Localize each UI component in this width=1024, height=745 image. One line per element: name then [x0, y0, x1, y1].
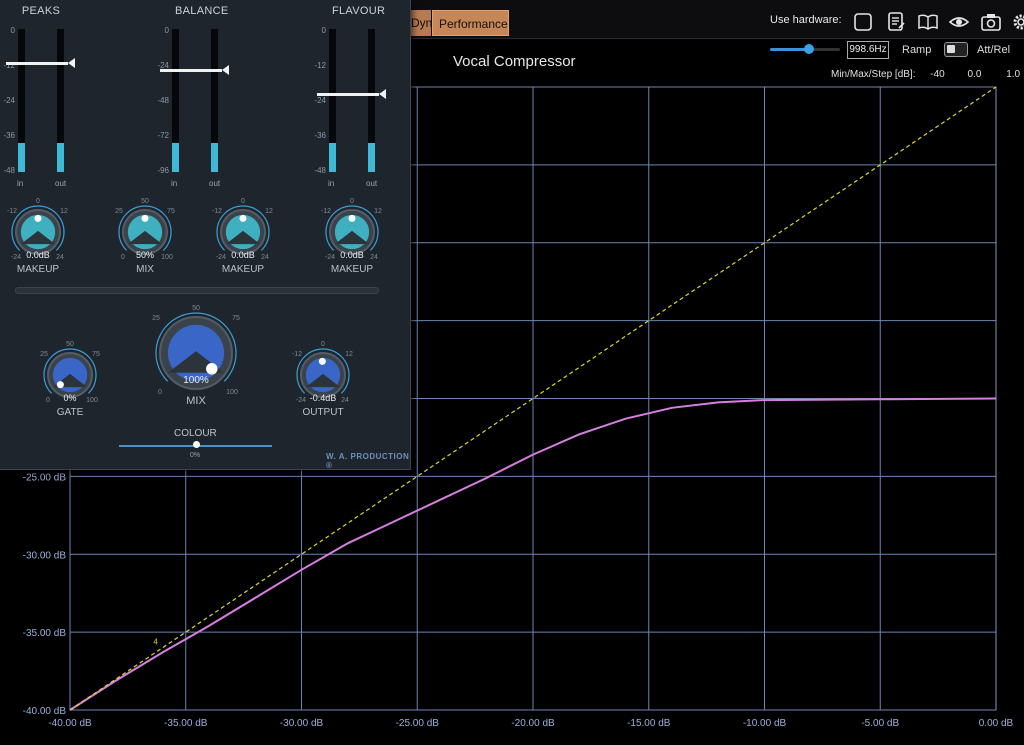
book-icon[interactable] [917, 11, 939, 33]
x-tick-label: -35.00 dB [164, 718, 208, 729]
x-tick-label: -20.00 dB [511, 718, 555, 729]
fader-handle[interactable] [6, 61, 68, 65]
gate-label: GATE [56, 407, 84, 418]
tab-performance[interactable]: Performance [432, 10, 509, 36]
output-meter [57, 29, 64, 172]
input-meter [18, 29, 25, 172]
knob-value: 50% [135, 250, 154, 260]
colour-value: 0% [190, 452, 201, 459]
output-meter [211, 29, 218, 172]
x-tick-label: -15.00 dB [627, 718, 671, 729]
meter-out-label: out [209, 179, 221, 188]
use-hardware-label: Use hardware: [770, 14, 842, 26]
input-meter-fill [172, 143, 179, 172]
output-meter-fill [211, 143, 218, 172]
step-value[interactable]: 1.0 [1006, 69, 1020, 80]
section-divider [15, 287, 379, 294]
att-rel-label: Att/Rel [977, 44, 1011, 56]
level-slider-handle[interactable] [803, 44, 814, 54]
section-title: FLAVOUR [332, 5, 386, 17]
eye-icon[interactable] [948, 11, 970, 33]
meter-scale-label: -48 [3, 166, 15, 175]
x-tick-label: -30.00 dB [280, 718, 324, 729]
fader-pointer[interactable] [222, 65, 229, 76]
section-title: PEAKS [21, 5, 61, 17]
meter-out-label: out [366, 179, 378, 188]
meter-in-label: in [328, 179, 335, 188]
knob-value: 0.0dB [231, 250, 255, 260]
meter-scale-label: -36 [314, 131, 326, 140]
chart-title: Vocal Compressor [453, 53, 576, 70]
min-value[interactable]: -40 [930, 69, 944, 80]
meter-in-label: in [17, 179, 24, 188]
fader-handle[interactable] [160, 69, 222, 73]
x-tick-label: -10.00 dB [743, 718, 787, 729]
camera-icon[interactable] [980, 11, 1002, 33]
meter-scale-label: -36 [3, 131, 15, 140]
output-value: -0.4dB [309, 393, 337, 403]
mix-value: 100% [183, 375, 209, 386]
knob-label: MIX [136, 264, 154, 275]
input-meter [172, 29, 179, 172]
output-meter-fill [57, 143, 64, 172]
section-title: BALANCE [175, 5, 229, 17]
level-slider[interactable] [770, 44, 840, 54]
gear-icon[interactable] [1010, 11, 1024, 33]
meter-scale-label: 0 [10, 26, 15, 35]
y-tick-label: -30.00 dB [23, 550, 67, 561]
mix-label: MIX [186, 395, 206, 407]
x-tick-label: -5.00 dB [861, 718, 899, 729]
max-value[interactable]: 0.0 [968, 69, 982, 80]
meter-scale-label: -24 [3, 96, 15, 105]
y-tick-label: -25.00 dB [23, 472, 67, 483]
compressor-plugin-window: PEAKS 0 -12 -24 -36 -48 in out BALANCE 0 -24 -48 -72… [0, 0, 411, 470]
meter-scale-label: -96 [157, 166, 169, 175]
gate-value: 0% [63, 393, 77, 403]
frequency-field[interactable]: 998.6Hz [847, 41, 889, 59]
meter-out-label: out [55, 179, 67, 188]
knob-value: 0.0dB [340, 250, 364, 260]
output-label: OUTPUT [302, 407, 344, 418]
meter-in-label: in [171, 179, 178, 188]
y-tick-label: -40.00 dB [23, 706, 67, 717]
x-tick-label: -40.00 dB [48, 718, 92, 729]
knob-label: MAKEUP [221, 264, 265, 275]
notes-icon[interactable] [885, 11, 907, 33]
brand-logo: W. A. PRODUCTION ® [326, 452, 410, 470]
min-max-step-readout: Min/Max/Step [dB]: -40 0.0 1.0 [831, 69, 1020, 80]
meter-scale-label: 0 [321, 26, 326, 35]
x-tick-label: -25.00 dB [396, 718, 440, 729]
x-tick-label: 0.00 dB [979, 718, 1014, 729]
meter-scale-label: -12 [314, 61, 326, 70]
input-meter [329, 29, 336, 172]
knob-value: 0.0dB [26, 250, 50, 260]
min-max-step-label: Min/Max/Step [dB]: [831, 69, 916, 80]
fader-pointer[interactable] [379, 89, 386, 100]
knob-label: MAKEUP [16, 264, 60, 275]
meter-scale-label: -48 [314, 166, 326, 175]
input-meter-fill [329, 143, 336, 172]
square-icon[interactable] [852, 11, 874, 33]
meter-scale-label: -72 [157, 131, 169, 140]
knob-label: MAKEUP [330, 264, 374, 275]
output-meter-fill [368, 143, 375, 172]
fader-handle[interactable] [317, 93, 379, 97]
colour-slider-handle[interactable] [193, 441, 200, 448]
input-meter-fill [18, 143, 25, 172]
curve-marker-label: 4 [153, 637, 158, 646]
level-slider-fill [770, 48, 809, 51]
meter-scale-label: -48 [157, 96, 169, 105]
att-rel-toggle[interactable] [944, 42, 968, 57]
meter-scale-label: -24 [314, 96, 326, 105]
ramp-label: Ramp [902, 44, 932, 56]
meter-scale-label: 0 [164, 26, 169, 35]
fader-pointer[interactable] [68, 57, 75, 68]
colour-label: COLOUR [174, 428, 217, 439]
y-tick-label: -35.00 dB [23, 628, 67, 639]
output-meter [368, 29, 375, 172]
